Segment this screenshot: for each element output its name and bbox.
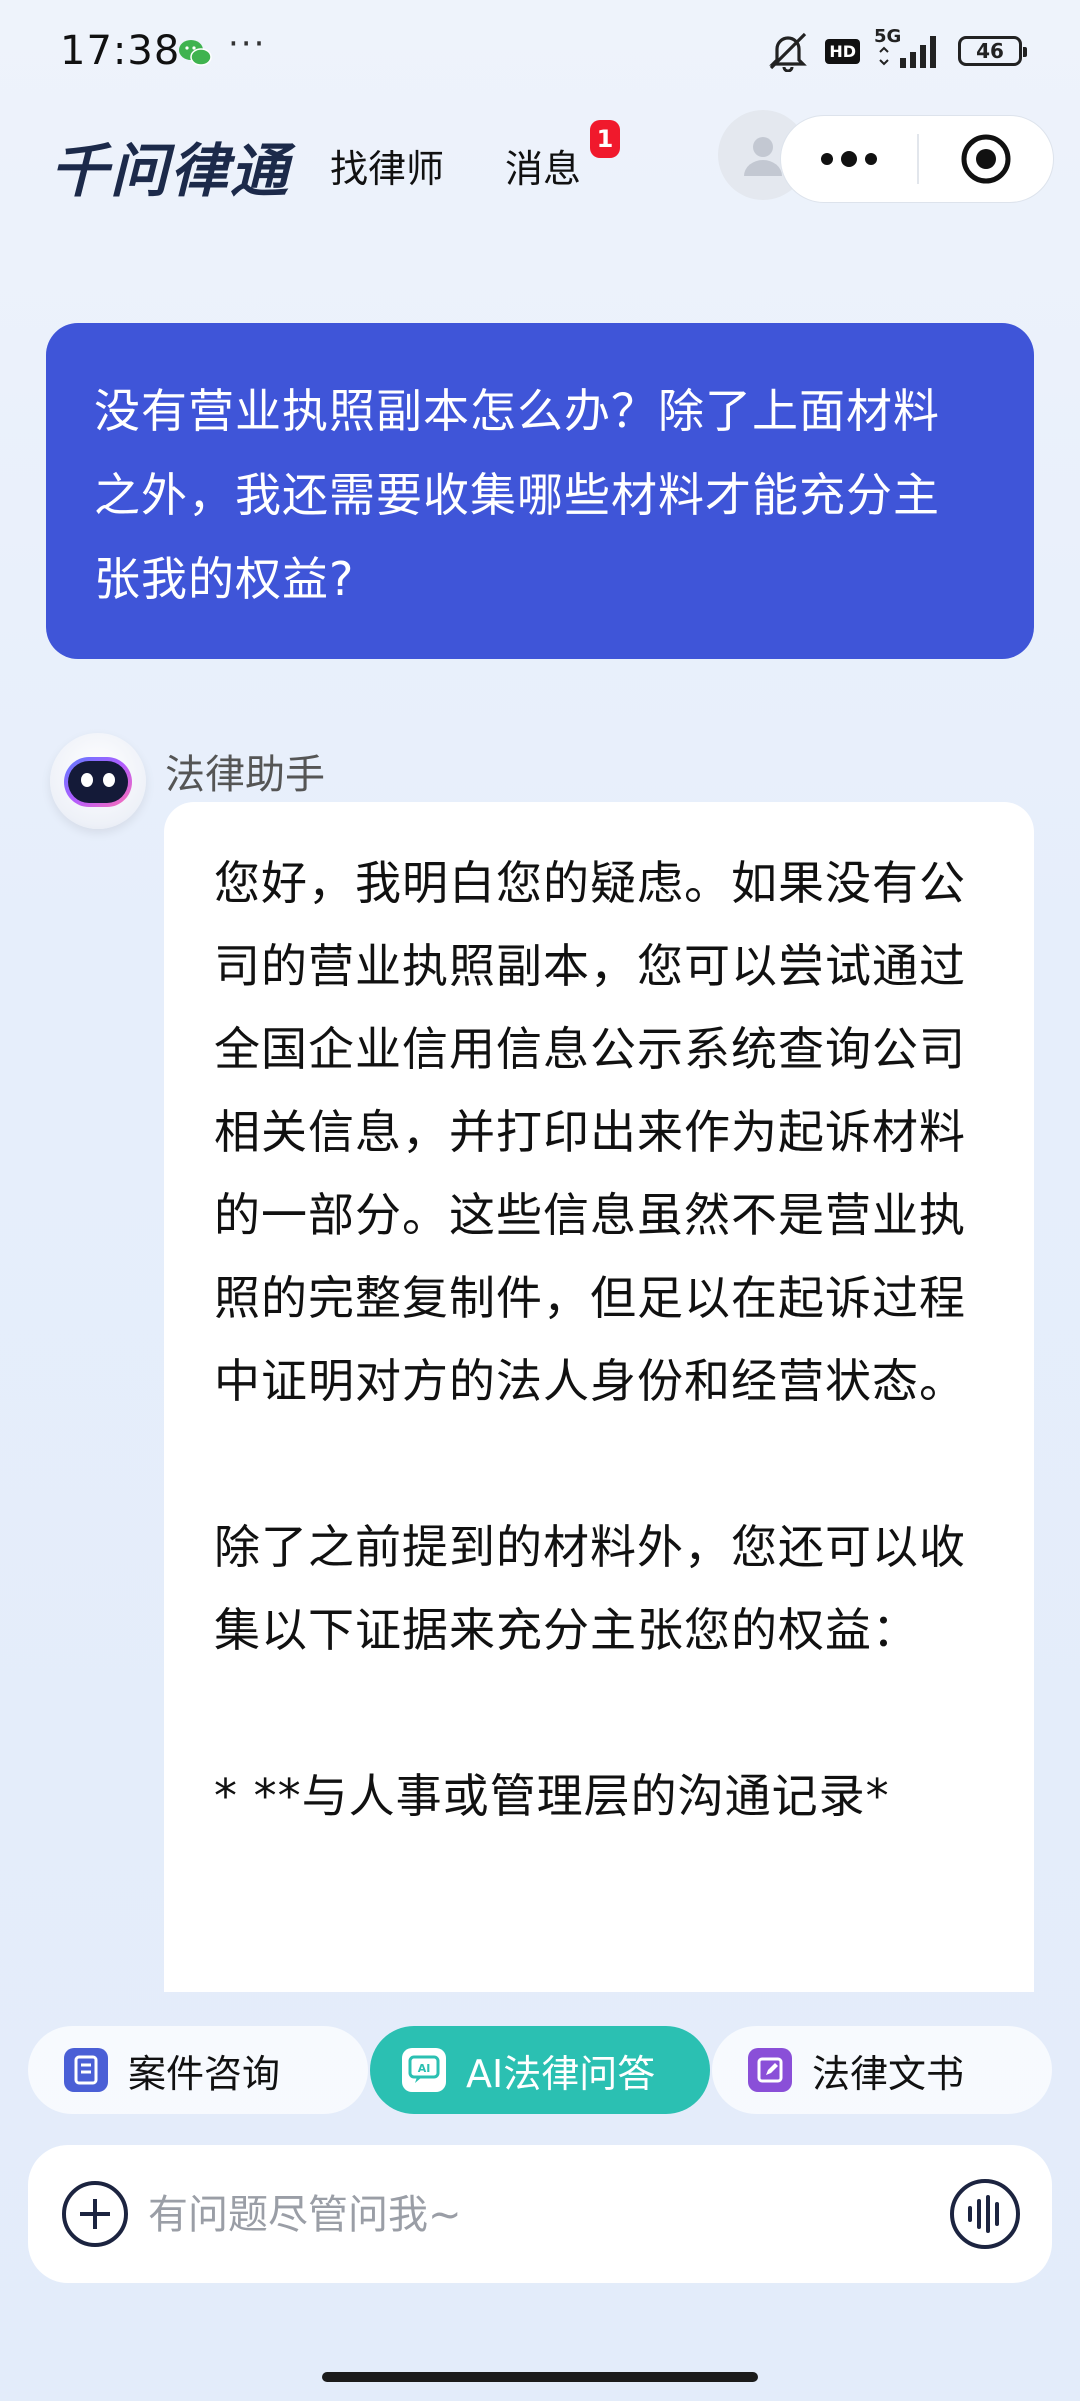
- assistant-paragraph: 您好，我明白您的疑虑。如果没有公司的营业执照副本，您可以尝试通过全国企业信用信息…: [214, 856, 966, 1408]
- case-icon: [64, 2048, 108, 2092]
- app-logo: 千问律通: [50, 137, 291, 205]
- signal-icon: 5G: [874, 26, 944, 72]
- robot-icon: [64, 757, 132, 807]
- mute-bell-icon: [769, 32, 808, 72]
- messages-badge: 1: [590, 120, 620, 158]
- chat-input-bar: [28, 2145, 1052, 2283]
- battery-icon: 46: [958, 36, 1027, 66]
- status-indicators: HD 5G 46: [765, 26, 1027, 72]
- hd-badge: HD: [825, 38, 860, 64]
- quick-tabs: 案件咨询 AI AI法律问答 法律文书: [28, 2026, 1052, 2116]
- status-more-icon: ···: [228, 24, 267, 64]
- chat-input[interactable]: [146, 2179, 930, 2251]
- document-edit-icon: [748, 2048, 792, 2092]
- nav-messages[interactable]: 消息: [505, 138, 581, 193]
- tab-doc-label: 法律文书: [812, 2051, 965, 2096]
- tab-ai-legal-qa[interactable]: AI AI法律问答: [370, 2026, 710, 2114]
- assistant-avatar: [50, 733, 146, 829]
- miniprogram-capsule: [780, 115, 1054, 203]
- voice-input-icon[interactable]: [948, 2177, 1022, 2251]
- tab-case-consultation[interactable]: 案件咨询: [28, 2026, 368, 2114]
- assistant-name: 法律助手: [165, 752, 325, 798]
- assistant-paragraph: * **与人事或管理层的沟通记录*: [214, 1769, 890, 1823]
- more-options-button[interactable]: [781, 115, 917, 203]
- assistant-message-bubble: 您好，我明白您的疑虑。如果没有公司的营业执照副本，您可以尝试通过全国企业信用信息…: [164, 802, 1034, 1992]
- target-close-icon: [961, 134, 1011, 184]
- app-header: 千问律通 找律师 消息 1: [0, 110, 1080, 220]
- svg-text:AI: AI: [418, 2062, 431, 2075]
- close-miniprogram-button[interactable]: [919, 115, 1053, 203]
- ai-chat-icon: AI: [402, 2048, 446, 2092]
- battery-level: 46: [976, 39, 1004, 63]
- assistant-paragraph: 除了之前提到的材料外，您还可以收集以下证据来充分主张您的权益：: [214, 1520, 966, 1657]
- user-message-bubble: 没有营业执照副本怎么办？除了上面材料之外，我还需要收集哪些材料才能充分主张我的权…: [46, 323, 1034, 659]
- status-time: 17:38: [60, 28, 181, 74]
- tab-ai-label: AI法律问答: [466, 2051, 656, 2096]
- nav-find-lawyer[interactable]: 找律师: [330, 138, 444, 193]
- home-indicator[interactable]: [322, 2372, 758, 2382]
- tab-case-label: 案件咨询: [128, 2051, 281, 2096]
- wechat-icon: [179, 40, 212, 66]
- status-bar: 17:38 ··· HD 5G 46: [0, 0, 1080, 110]
- add-plus-icon[interactable]: [60, 2179, 130, 2249]
- tab-legal-documents[interactable]: 法律文书: [712, 2026, 1052, 2114]
